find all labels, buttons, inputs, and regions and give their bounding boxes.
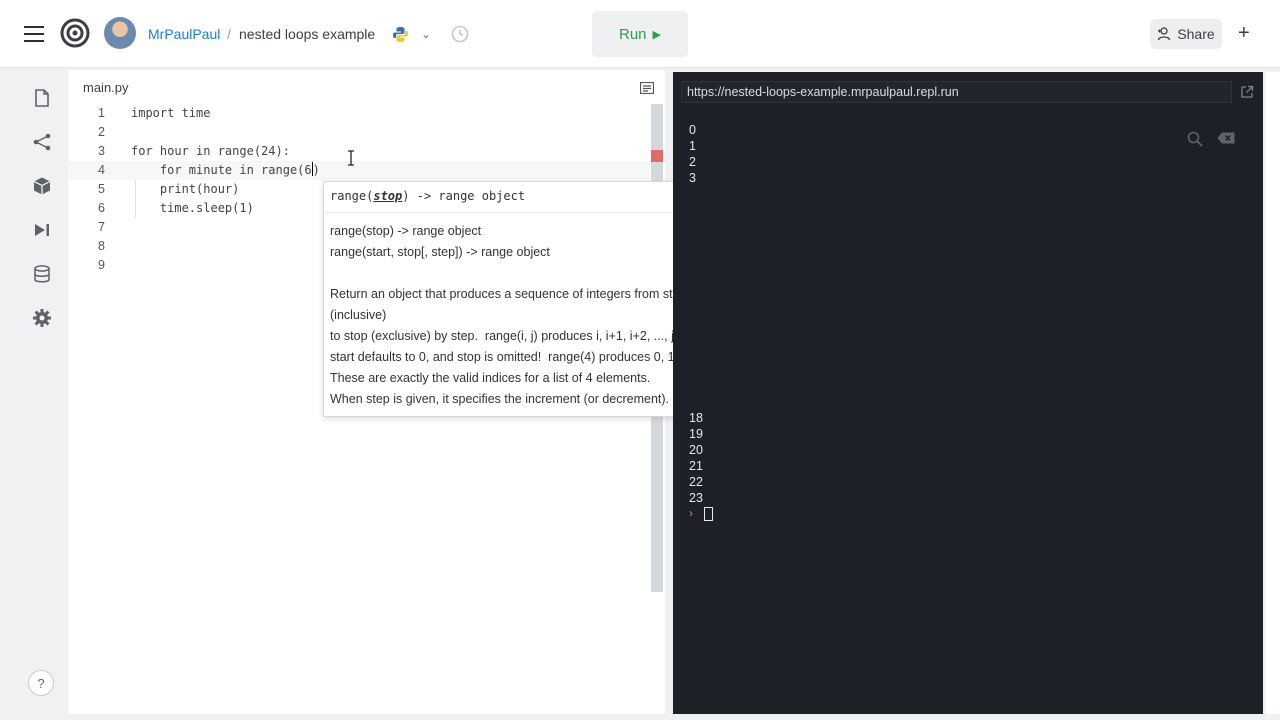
- add-button[interactable]: +: [1238, 22, 1250, 45]
- repl-name[interactable]: nested loops example: [239, 26, 375, 42]
- code-text: for hour in range(24):: [131, 144, 290, 158]
- code-text-active: for minute in range(6): [131, 161, 320, 180]
- code-line: 1 import time: [68, 104, 650, 123]
- line-number: 8: [98, 239, 105, 253]
- top-bar: MrPaulPaul / nested loops example ⌄ Run …: [0, 0, 1280, 68]
- settings-icon[interactable]: [32, 308, 52, 328]
- output-line: 22: [689, 475, 703, 489]
- format-icon[interactable]: [640, 82, 654, 94]
- version-control-icon[interactable]: [32, 132, 52, 152]
- output-line: 2: [689, 155, 696, 169]
- owner-link[interactable]: MrPaulPaul: [148, 26, 220, 42]
- code-line: 2: [68, 123, 650, 142]
- line-number: 1: [98, 106, 105, 120]
- output-line: 19: [689, 427, 703, 441]
- open-in-new-tab-icon[interactable]: [1240, 85, 1254, 99]
- line-number: 6: [98, 201, 105, 215]
- active-parameter: stop: [373, 189, 403, 203]
- help-button[interactable]: ?: [28, 670, 54, 696]
- share-button[interactable]: Share: [1150, 19, 1222, 49]
- search-icon[interactable]: [1187, 131, 1203, 147]
- signature-suffix: ) -> range object: [402, 189, 526, 203]
- python-icon[interactable]: [392, 26, 409, 43]
- doc-line: range(stop) -> range object: [330, 224, 482, 238]
- debugger-icon[interactable]: [32, 220, 52, 240]
- doc-line: When step is given, it specifies the inc…: [330, 392, 670, 406]
- line-number: 9: [98, 258, 105, 272]
- code-text: for minute in range(6: [131, 163, 312, 177]
- repl-url-bar[interactable]: https://nested-loops-example.mrpaulpaul.…: [681, 81, 1232, 103]
- chevron-down-icon[interactable]: ⌄: [421, 27, 431, 41]
- console-prompt-icon: ›: [689, 506, 693, 520]
- tab-main-py[interactable]: main.py: [83, 80, 129, 95]
- output-line: 0: [689, 123, 696, 137]
- breadcrumb-separator: /: [227, 26, 231, 42]
- signature-prefix: range(: [330, 189, 374, 203]
- doc-line: These are exactly the valid indices for …: [330, 371, 651, 385]
- window-edge: [1266, 72, 1280, 714]
- output-line: 23: [689, 491, 703, 505]
- code-line-active: 4 for minute in range(6): [68, 161, 650, 180]
- add-person-icon: [1158, 27, 1171, 41]
- packages-icon[interactable]: [32, 176, 52, 196]
- doc-line: to stop (exclusive) by step. range(i, j)…: [330, 329, 689, 343]
- code-line: 3 for hour in range(24):: [68, 142, 650, 161]
- scrollbar-error-marker: [651, 150, 663, 162]
- console-input-cursor[interactable]: [704, 507, 713, 521]
- clear-console-icon[interactable]: [1217, 132, 1235, 144]
- output-line: 20: [689, 443, 703, 457]
- code-text: import time: [131, 106, 211, 120]
- code-text: time.sleep(1): [131, 201, 254, 215]
- sidebar: [18, 70, 66, 714]
- doc-line: start defaults to 0, and stop is omitted…: [330, 350, 706, 364]
- share-label: Share: [1177, 26, 1215, 42]
- files-icon[interactable]: [32, 88, 52, 108]
- code-text: print(hour): [131, 182, 240, 196]
- output-line: 3: [689, 171, 696, 185]
- history-icon[interactable]: [450, 24, 470, 44]
- replit-logo-icon[interactable]: [60, 18, 90, 48]
- run-button[interactable]: Run ▶: [592, 11, 688, 57]
- line-number: 7: [98, 220, 105, 234]
- output-line: 1: [689, 139, 696, 153]
- line-number: 2: [98, 125, 105, 139]
- output-line: 21: [689, 459, 703, 473]
- line-number: 5: [98, 182, 105, 196]
- menu-icon[interactable]: [24, 26, 44, 42]
- auto-close-paren: ): [312, 163, 320, 177]
- console-panel[interactable]: https://nested-loops-example.mrpaulpaul.…: [673, 72, 1263, 714]
- database-icon[interactable]: [32, 264, 52, 284]
- doc-line: Return an object that produces a sequenc…: [330, 287, 688, 301]
- run-label: Run: [619, 25, 647, 43]
- console-output: 0 1 2 3: [689, 122, 889, 186]
- avatar[interactable]: [104, 17, 136, 49]
- output-line: 18: [689, 411, 703, 425]
- doc-line: (inclusive): [330, 308, 387, 322]
- doc-line: range(start, stop[, step]) -> range obje…: [330, 245, 550, 259]
- console-output-bottom: 18 19 20 21 22 23: [689, 410, 889, 506]
- play-icon: ▶: [652, 28, 661, 41]
- signature: range(stop) -> range object: [330, 189, 525, 203]
- line-number: 3: [98, 144, 105, 158]
- i-beam-cursor-icon: [348, 150, 354, 166]
- line-number: 4: [98, 163, 105, 177]
